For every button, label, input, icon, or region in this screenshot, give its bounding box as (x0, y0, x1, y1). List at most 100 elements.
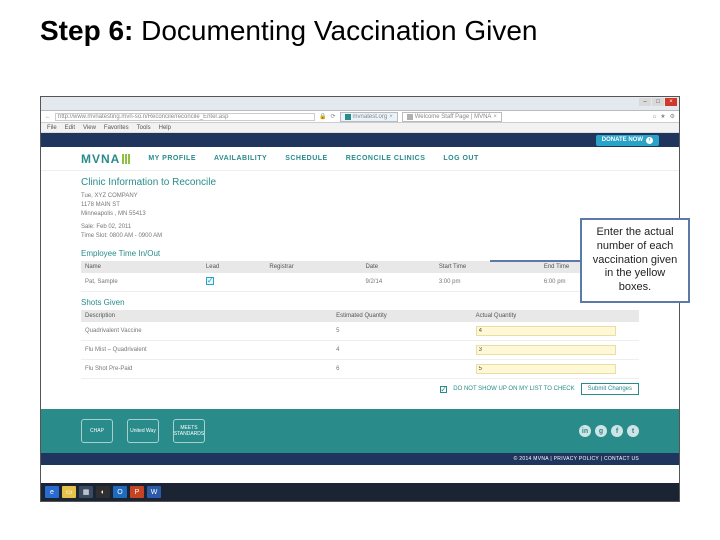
tab-close-icon[interactable]: × (389, 114, 393, 120)
linkedin-icon[interactable]: in (579, 425, 591, 437)
gear-icon[interactable]: ⚙ (670, 113, 675, 120)
back-icon[interactable]: ← (45, 114, 51, 120)
refresh-icon[interactable]: ⟳ (330, 113, 335, 120)
taskbar-chrome-icon[interactable]: ◐ (96, 486, 110, 498)
dont-show-checkbox[interactable] (440, 386, 447, 393)
donate-label: DONATE NOW (602, 137, 643, 143)
clinic-street: 1178 MAIN ST (81, 201, 639, 210)
tab-2-label: Welcome Staff Page | MVNA (415, 114, 492, 120)
shot-est: 4 (332, 341, 472, 360)
clinic-city: Minneapolis , MN 55413 (81, 210, 639, 219)
actual-qty-input[interactable] (476, 326, 616, 336)
browser-tab-2[interactable]: Welcome Staff Page | MVNA× (402, 112, 502, 122)
col-est: Estimated Quantity (332, 310, 472, 322)
col-desc: Description (81, 310, 332, 322)
shots-section-title: Shots Given (81, 298, 639, 307)
clinic-date: Sale: Feb 02, 2011 (81, 223, 639, 232)
facebook-icon[interactable]: f (611, 425, 623, 437)
actual-qty-input[interactable] (476, 364, 616, 374)
main-nav: MVNA MY PROFILE AVAILABILITY SCHEDULE RE… (41, 147, 679, 171)
col-start: Start Time (435, 261, 540, 273)
col-name: Name (81, 261, 202, 273)
site-logo[interactable]: MVNA (81, 152, 130, 166)
submit-button[interactable]: Submit Changes (581, 383, 639, 395)
callout-connector (490, 260, 580, 262)
home-icon[interactable]: ⌂ (653, 114, 657, 120)
title-bold: Step 6: (40, 15, 133, 46)
taskbar-powerpoint-icon[interactable]: P (130, 486, 144, 498)
footer-logo-unitedway: United Way (127, 419, 159, 443)
google-icon[interactable]: g (595, 425, 607, 437)
page-body: DONATE NOW › MVNA MY PROFILE AVAILABILIT… (41, 133, 679, 483)
nav-logout[interactable]: LOG OUT (443, 155, 478, 162)
col-lead: Lead (202, 261, 265, 273)
address-bar-row: ← http://www.mvnatesting.mvn-so.n/Reconc… (41, 111, 679, 123)
copyright-bar: © 2014 MVNA | PRIVACY POLICY | CONTACT U… (41, 453, 679, 465)
shot-desc: Quadrivalent Vaccine (81, 322, 332, 341)
taskbar-explorer-icon[interactable]: ▭ (62, 486, 76, 498)
col-registrar: Registrar (265, 261, 361, 273)
section-title: Clinic Information to Reconcile (81, 177, 639, 188)
shot-est: 6 (332, 360, 472, 379)
favorites-icon[interactable]: ★ (660, 113, 665, 120)
clinic-timeslot: Time Slot: 0800 AM - 0900 AM (81, 232, 639, 241)
taskbar-ie-icon[interactable]: e (45, 486, 59, 498)
footer: CHAP United Way MEETS STANDARDS in g f t (41, 409, 679, 453)
lead-checkbox[interactable] (206, 277, 214, 285)
tab-close-icon[interactable]: × (493, 114, 497, 120)
shots-table: Description Estimated Quantity Actual Qu… (81, 310, 639, 379)
emp-name: Pat, Sample (81, 273, 202, 292)
window-maximize-button[interactable]: □ (652, 98, 664, 106)
emp-start: 3:00 pm (435, 273, 540, 292)
emp-date: 9/2/14 (361, 273, 434, 292)
social-icons: in g f t (579, 425, 639, 437)
window-close-button[interactable]: × (665, 98, 677, 106)
shot-est: 5 (332, 322, 472, 341)
windows-taskbar: e ▭ ▦ ◐ O P W (41, 483, 679, 501)
menu-favorites[interactable]: Favorites (104, 125, 129, 131)
menu-tools[interactable]: Tools (137, 125, 151, 131)
shot-desc: Flu Mist – Quadrivalent (81, 341, 332, 360)
browser-menubar: File Edit View Favorites Tools Help (41, 123, 679, 133)
nav-schedule[interactable]: SCHEDULE (285, 155, 328, 162)
window-titlebar: – □ × (41, 97, 679, 111)
taskbar-word-icon[interactable]: W (147, 486, 161, 498)
browser-tab-1[interactable]: mvnatest.org× (340, 112, 398, 122)
employee-section-title: Employee Time In/Out (81, 249, 639, 258)
nav-my-profile[interactable]: MY PROFILE (148, 155, 196, 162)
shots-row: Quadrivalent Vaccine 5 (81, 322, 639, 341)
menu-help[interactable]: Help (159, 125, 171, 131)
footer-logo-standards: MEETS STANDARDS (173, 419, 205, 443)
slide-title: Step 6: Documenting Vaccination Given (0, 0, 720, 54)
shot-desc: Flu Shot Pre-Paid (81, 360, 332, 379)
footer-logo-chap: CHAP (81, 419, 113, 443)
dont-show-label: DO NOT SHOW UP ON MY LIST TO CHECK (453, 386, 574, 392)
logo-text: MVNA (81, 152, 120, 166)
window-minimize-button[interactable]: – (639, 98, 651, 106)
menu-view[interactable]: View (83, 125, 96, 131)
instruction-callout: Enter the actual number of each vaccinat… (580, 218, 690, 303)
col-act: Actual Quantity (472, 310, 639, 322)
clinic-info: Tue, XYZ COMPANY 1178 MAIN ST Minneapoli… (81, 192, 639, 241)
top-bar: DONATE NOW › (41, 133, 679, 147)
taskbar-outlook-icon[interactable]: O (113, 486, 127, 498)
shots-row: Flu Shot Pre-Paid 6 (81, 360, 639, 379)
nav-availability[interactable]: AVAILABILITY (214, 155, 267, 162)
employee-table: Name Lead Registrar Date Start Time End … (81, 261, 639, 292)
donate-button[interactable]: DONATE NOW › (596, 135, 659, 146)
menu-file[interactable]: File (47, 125, 57, 131)
arrow-right-icon: › (646, 137, 653, 144)
taskbar-app-icon[interactable]: ▦ (79, 486, 93, 498)
tab-1-label: mvnatest.org (353, 114, 388, 120)
form-actions: DO NOT SHOW UP ON MY LIST TO CHECK Submi… (81, 383, 639, 395)
col-date: Date (361, 261, 434, 273)
menu-edit[interactable]: Edit (65, 125, 75, 131)
title-rest: Documenting Vaccination Given (133, 15, 537, 46)
nav-reconcile-clinics[interactable]: RECONCILE CLINICS (346, 155, 426, 162)
actual-qty-input[interactable] (476, 345, 616, 355)
shots-row: Flu Mist – Quadrivalent 4 (81, 341, 639, 360)
twitter-icon[interactable]: t (627, 425, 639, 437)
employee-row: Pat, Sample 9/2/14 3:00 pm 6:00 pm (81, 273, 639, 292)
clinic-name: Tue, XYZ COMPANY (81, 192, 639, 201)
address-input[interactable]: http://www.mvnatesting.mvn-so.n/Reconcil… (55, 113, 315, 121)
